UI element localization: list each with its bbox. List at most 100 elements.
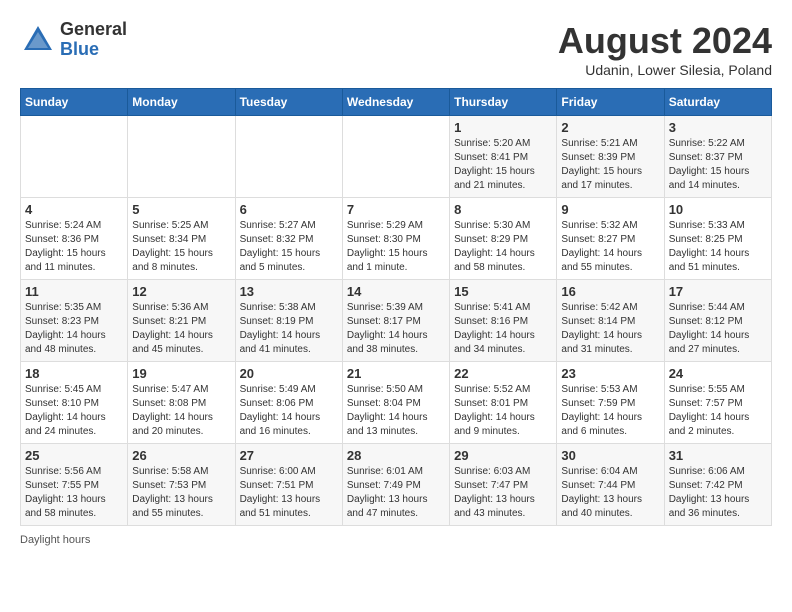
day-info: Sunrise: 5:49 AM Sunset: 8:06 PM Dayligh… bbox=[240, 383, 338, 439]
day-number: 11 bbox=[25, 284, 123, 299]
day-cell: 4 Sunrise: 5:24 AM Sunset: 8:36 PM Daylig… bbox=[21, 198, 128, 280]
day-cell: 5Sunrise: 5:25 AM Sunset: 8:34 PM Daylig… bbox=[128, 198, 235, 280]
day-number: 9 bbox=[561, 202, 659, 217]
day-number: 29 bbox=[454, 448, 552, 463]
day-cell: 17 Sunrise: 5:44 AM Sunset: 8:12 PM Dayli… bbox=[664, 280, 771, 362]
day-info: Sunrise: 6:06 AM Sunset: 7:42 PM Dayligh… bbox=[669, 465, 767, 521]
day-cell: 2Sunrise: 5:21 AM Sunset: 8:39 PM Daylig… bbox=[557, 116, 664, 198]
day-info: Sunrise: 5:38 AM Sunset: 8:19 PM Dayligh… bbox=[240, 301, 338, 357]
day-cell: 21 Sunrise: 5:50 AM Sunset: 8:04 PM Dayli… bbox=[342, 362, 449, 444]
day-info: Sunrise: 5:52 AM Sunset: 8:01 PM Dayligh… bbox=[454, 383, 552, 439]
location: Udanin, Lower Silesia, Poland bbox=[558, 62, 772, 78]
logo-blue: Blue bbox=[60, 40, 127, 60]
header-sunday: Sunday bbox=[21, 89, 128, 116]
day-cell: 1Sunrise: 5:20 AM Sunset: 8:41 PM Daylig… bbox=[450, 116, 557, 198]
day-info: Sunrise: 5:50 AM Sunset: 8:04 PM Dayligh… bbox=[347, 383, 445, 439]
day-cell: 12 Sunrise: 5:36 AM Sunset: 8:21 PM Dayli… bbox=[128, 280, 235, 362]
header-thursday: Thursday bbox=[450, 89, 557, 116]
day-cell bbox=[128, 116, 235, 198]
day-number: 27 bbox=[240, 448, 338, 463]
day-info: Sunrise: 5:45 AM Sunset: 8:10 PM Dayligh… bbox=[25, 383, 123, 439]
header-friday: Friday bbox=[557, 89, 664, 116]
day-info: Sunrise: 5:39 AM Sunset: 8:17 PM Dayligh… bbox=[347, 301, 445, 357]
day-info: Sunrise: 5:25 AM Sunset: 8:34 PM Dayligh… bbox=[132, 219, 230, 275]
day-info: Sunrise: 5:41 AM Sunset: 8:16 PM Dayligh… bbox=[454, 301, 552, 357]
day-number: 8 bbox=[454, 202, 552, 217]
day-number: 28 bbox=[347, 448, 445, 463]
day-cell: 28Sunrise: 6:01 AM Sunset: 7:49 PM Dayli… bbox=[342, 444, 449, 526]
day-info: Sunrise: 5:44 AM Sunset: 8:12 PM Dayligh… bbox=[669, 301, 767, 357]
day-info: Sunrise: 5:58 AM Sunset: 7:53 PM Dayligh… bbox=[132, 465, 230, 521]
day-number: 22 bbox=[454, 366, 552, 381]
day-number: 15 bbox=[454, 284, 552, 299]
day-cell: 10Sunrise: 5:33 AM Sunset: 8:25 PM Dayli… bbox=[664, 198, 771, 280]
day-info: Sunrise: 6:03 AM Sunset: 7:47 PM Dayligh… bbox=[454, 465, 552, 521]
day-number: 24 bbox=[669, 366, 767, 381]
day-info: Sunrise: 5:20 AM Sunset: 8:41 PM Dayligh… bbox=[454, 137, 552, 193]
day-cell: 22 Sunrise: 5:52 AM Sunset: 8:01 PM Dayli… bbox=[450, 362, 557, 444]
day-info: Sunrise: 5:42 AM Sunset: 8:14 PM Dayligh… bbox=[561, 301, 659, 357]
day-number: 6 bbox=[240, 202, 338, 217]
day-info: Sunrise: 5:22 AM Sunset: 8:37 PM Dayligh… bbox=[669, 137, 767, 193]
day-cell: 24Sunrise: 5:55 AM Sunset: 7:57 PM Dayli… bbox=[664, 362, 771, 444]
day-cell: 29 Sunrise: 6:03 AM Sunset: 7:47 PM Dayli… bbox=[450, 444, 557, 526]
logo-text: General Blue bbox=[60, 20, 127, 60]
day-number: 17 bbox=[669, 284, 767, 299]
day-number: 18 bbox=[25, 366, 123, 381]
calendar-table: SundayMondayTuesdayWednesdayThursdayFrid… bbox=[20, 88, 772, 526]
day-cell bbox=[235, 116, 342, 198]
day-info: Sunrise: 5:53 AM Sunset: 7:59 PM Dayligh… bbox=[561, 383, 659, 439]
header-tuesday: Tuesday bbox=[235, 89, 342, 116]
day-cell: 23Sunrise: 5:53 AM Sunset: 7:59 PM Dayli… bbox=[557, 362, 664, 444]
week-row-4: 18 Sunrise: 5:45 AM Sunset: 8:10 PM Dayli… bbox=[21, 362, 772, 444]
week-row-2: 4 Sunrise: 5:24 AM Sunset: 8:36 PM Daylig… bbox=[21, 198, 772, 280]
daylight-label: Daylight hours bbox=[20, 534, 90, 546]
day-cell: 8 Sunrise: 5:30 AM Sunset: 8:29 PM Daylig… bbox=[450, 198, 557, 280]
day-number: 13 bbox=[240, 284, 338, 299]
day-number: 3 bbox=[669, 120, 767, 135]
logo-general: General bbox=[60, 20, 127, 40]
day-number: 4 bbox=[25, 202, 123, 217]
day-cell: 20 Sunrise: 5:49 AM Sunset: 8:06 PM Dayli… bbox=[235, 362, 342, 444]
day-info: Sunrise: 5:35 AM Sunset: 8:23 PM Dayligh… bbox=[25, 301, 123, 357]
day-cell: 7Sunrise: 5:29 AM Sunset: 8:30 PM Daylig… bbox=[342, 198, 449, 280]
day-cell: 16Sunrise: 5:42 AM Sunset: 8:14 PM Dayli… bbox=[557, 280, 664, 362]
month-title: August 2024 bbox=[558, 20, 772, 62]
day-info: Sunrise: 5:32 AM Sunset: 8:27 PM Dayligh… bbox=[561, 219, 659, 275]
day-number: 21 bbox=[347, 366, 445, 381]
day-cell: 3 Sunrise: 5:22 AM Sunset: 8:37 PM Daylig… bbox=[664, 116, 771, 198]
day-cell: 26 Sunrise: 5:58 AM Sunset: 7:53 PM Dayli… bbox=[128, 444, 235, 526]
day-number: 7 bbox=[347, 202, 445, 217]
calendar-header: SundayMondayTuesdayWednesdayThursdayFrid… bbox=[21, 89, 772, 116]
day-number: 14 bbox=[347, 284, 445, 299]
page-header: General Blue August 2024 Udanin, Lower S… bbox=[20, 20, 772, 78]
day-number: 20 bbox=[240, 366, 338, 381]
day-number: 10 bbox=[669, 202, 767, 217]
day-number: 19 bbox=[132, 366, 230, 381]
day-cell: 19Sunrise: 5:47 AM Sunset: 8:08 PM Dayli… bbox=[128, 362, 235, 444]
week-row-3: 11 Sunrise: 5:35 AM Sunset: 8:23 PM Dayli… bbox=[21, 280, 772, 362]
day-number: 12 bbox=[132, 284, 230, 299]
day-number: 26 bbox=[132, 448, 230, 463]
header-row: SundayMondayTuesdayWednesdayThursdayFrid… bbox=[21, 89, 772, 116]
day-info: Sunrise: 5:24 AM Sunset: 8:36 PM Dayligh… bbox=[25, 219, 123, 275]
week-row-5: 25Sunrise: 5:56 AM Sunset: 7:55 PM Dayli… bbox=[21, 444, 772, 526]
day-cell bbox=[21, 116, 128, 198]
week-row-1: 1Sunrise: 5:20 AM Sunset: 8:41 PM Daylig… bbox=[21, 116, 772, 198]
day-cell: 25Sunrise: 5:56 AM Sunset: 7:55 PM Dayli… bbox=[21, 444, 128, 526]
day-number: 2 bbox=[561, 120, 659, 135]
day-number: 31 bbox=[669, 448, 767, 463]
day-cell: 13 Sunrise: 5:38 AM Sunset: 8:19 PM Dayli… bbox=[235, 280, 342, 362]
day-info: Sunrise: 5:30 AM Sunset: 8:29 PM Dayligh… bbox=[454, 219, 552, 275]
title-area: August 2024 Udanin, Lower Silesia, Polan… bbox=[558, 20, 772, 78]
logo: General Blue bbox=[20, 20, 127, 60]
day-cell: 27 Sunrise: 6:00 AM Sunset: 7:51 PM Dayli… bbox=[235, 444, 342, 526]
day-info: Sunrise: 5:56 AM Sunset: 7:55 PM Dayligh… bbox=[25, 465, 123, 521]
day-number: 30 bbox=[561, 448, 659, 463]
day-info: Sunrise: 5:36 AM Sunset: 8:21 PM Dayligh… bbox=[132, 301, 230, 357]
day-cell: 15 Sunrise: 5:41 AM Sunset: 8:16 PM Dayli… bbox=[450, 280, 557, 362]
day-info: Sunrise: 5:27 AM Sunset: 8:32 PM Dayligh… bbox=[240, 219, 338, 275]
day-info: Sunrise: 6:00 AM Sunset: 7:51 PM Dayligh… bbox=[240, 465, 338, 521]
day-cell bbox=[342, 116, 449, 198]
footer: Daylight hours bbox=[20, 534, 772, 546]
